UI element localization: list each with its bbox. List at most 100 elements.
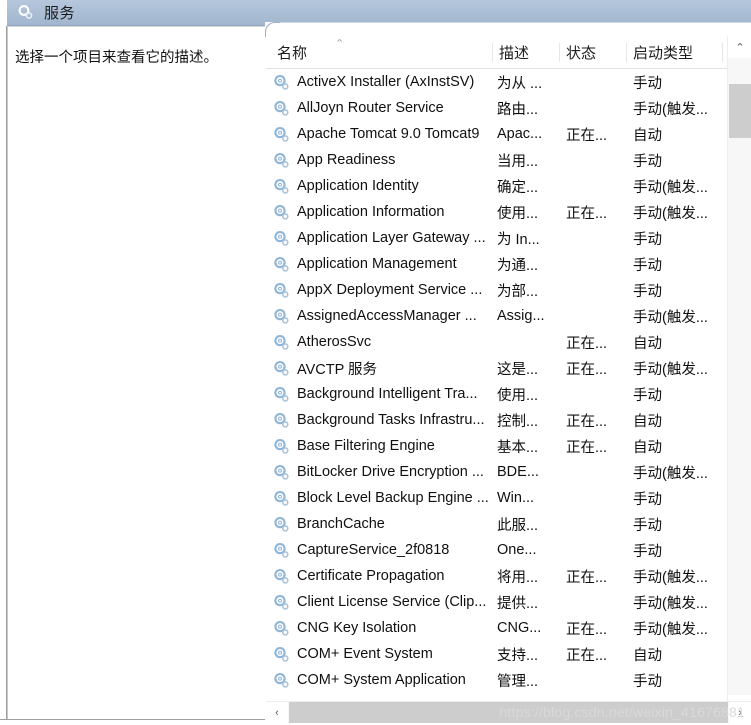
- service-name: AppX Deployment Service ...: [297, 282, 483, 298]
- column-divider[interactable]: [626, 43, 627, 62]
- service-name: Block Level Backup Engine ...: [297, 490, 489, 506]
- service-description: 为通...: [497, 257, 539, 274]
- service-status: 正在...: [566, 621, 608, 638]
- service-gear-icon: [272, 619, 291, 638]
- service-description: Apac...: [497, 126, 543, 142]
- description-placeholder-text: 选择一个项目来查看它的描述。: [15, 50, 218, 66]
- service-description: 为部...: [497, 283, 539, 300]
- table-row[interactable]: COM+ Event System 支持... 正在... 自动: [266, 641, 727, 667]
- table-row[interactable]: COM+ System Application 管理... 手动: [266, 667, 727, 693]
- column-header-name[interactable]: 名称: [277, 36, 485, 69]
- service-name: Application Identity: [297, 178, 419, 194]
- vertical-scrollbar-track[interactable]: [728, 58, 751, 695]
- service-startup-type: 手动: [633, 673, 662, 690]
- service-startup-type: 手动: [633, 283, 662, 300]
- service-description: 使用...: [497, 387, 539, 404]
- service-gear-icon: [272, 541, 291, 560]
- service-name: AtherosSvc: [297, 334, 372, 350]
- services-window: 服务 选择一个项目来查看它的描述。 名称 ⌃ 描述 状态 启动类型 Active…: [0, 0, 751, 725]
- column-divider[interactable]: [722, 43, 723, 62]
- table-row[interactable]: AssignedAccessManager ... Assig... 手动(触发..…: [266, 303, 727, 329]
- vertical-scrollbar-thumb[interactable]: [729, 84, 751, 138]
- table-row[interactable]: BranchCache 此服... 手动: [266, 511, 727, 537]
- vertical-scrollbar[interactable]: ⌃ ⌄: [727, 36, 751, 717]
- service-status: 正在...: [566, 335, 608, 352]
- service-description: 提供...: [497, 595, 539, 612]
- service-name: AllJoyn Router Service: [297, 100, 444, 116]
- service-description: 此服...: [497, 517, 539, 534]
- column-header-name-label: 名称: [277, 45, 308, 62]
- services-list-pane: 名称 ⌃ 描述 状态 启动类型 登 ActiveX Installer (AxI…: [265, 22, 751, 725]
- horizontal-scrollbar-thumb[interactable]: [289, 702, 728, 723]
- titlebar-left-edge: [0, 0, 7, 26]
- table-row[interactable]: CaptureService_2f0818 One... 手动: [266, 537, 727, 563]
- service-description: 为从 ...: [497, 75, 543, 92]
- table-row[interactable]: AppX Deployment Service ... 为部... 手动: [266, 277, 727, 303]
- table-row[interactable]: Application Management 为通... 手动: [266, 251, 727, 277]
- table-row[interactable]: Application Information 使用... 正在... 手动(触发..…: [266, 199, 727, 225]
- table-row[interactable]: Application Layer Gateway ... 为 In... 手动: [266, 225, 727, 251]
- service-status: 正在...: [566, 569, 608, 586]
- column-header-row: 名称 ⌃ 描述 状态 启动类型 登: [266, 36, 751, 69]
- service-status: 正在...: [566, 205, 608, 222]
- service-description: 控制...: [497, 413, 539, 430]
- service-startup-type: 手动(触发...: [633, 205, 708, 222]
- table-row[interactable]: Application Identity 确定... 手动(触发...: [266, 173, 727, 199]
- table-row[interactable]: Client License Service (Clip... 提供... 手动(触…: [266, 589, 727, 615]
- service-name: Apache Tomcat 9.0 Tomcat9: [297, 126, 480, 142]
- column-header-description[interactable]: 描述: [499, 36, 551, 69]
- service-name: Certificate Propagation: [297, 568, 445, 584]
- service-name: Background Intelligent Tra...: [297, 386, 478, 402]
- services-gear-icon: [16, 4, 34, 22]
- column-divider[interactable]: [492, 43, 493, 62]
- horizontal-scrollbar[interactable]: ‹ ›: [266, 701, 751, 723]
- table-row[interactable]: ActiveX Installer (AxInstSV) 为从 ... 手动: [266, 69, 727, 95]
- scroll-up-icon[interactable]: ⌃: [728, 36, 751, 58]
- table-row[interactable]: CNG Key Isolation CNG... 正在... 手动(触发...: [266, 615, 727, 641]
- table-row[interactable]: AllJoyn Router Service 路由... 手动(触发...: [266, 95, 727, 121]
- service-status: 正在...: [566, 413, 608, 430]
- service-name: AVCTP 服务: [297, 361, 378, 378]
- service-startup-type: 手动: [633, 257, 662, 274]
- table-row[interactable]: Apache Tomcat 9.0 Tomcat9 Apac... 正在... 自动: [266, 121, 727, 147]
- table-row[interactable]: Background Intelligent Tra... 使用... 手动: [266, 381, 727, 407]
- table-row[interactable]: App Readiness 当用... 手动: [266, 147, 727, 173]
- column-divider[interactable]: [559, 43, 560, 62]
- window-bottom-frame: [0, 719, 265, 725]
- service-startup-type: 手动: [633, 387, 662, 404]
- column-header-startup-type[interactable]: 启动类型: [633, 36, 721, 69]
- service-startup-type: 手动(触发...: [633, 309, 708, 326]
- table-row[interactable]: Background Tasks Infrastru... 控制... 正在... 自…: [266, 407, 727, 433]
- service-description: One...: [497, 542, 537, 558]
- service-gear-icon: [272, 385, 291, 404]
- pane-tab-corner: [265, 22, 751, 37]
- service-startup-type: 手动: [633, 153, 662, 170]
- table-row[interactable]: Block Level Backup Engine ... Win... 手动: [266, 485, 727, 511]
- service-gear-icon: [272, 151, 291, 170]
- service-description: 管理...: [497, 673, 539, 690]
- service-name: BranchCache: [297, 516, 385, 532]
- scroll-left-icon[interactable]: ‹: [266, 702, 288, 723]
- service-startup-type: 自动: [633, 439, 662, 456]
- service-name: Application Management: [297, 256, 457, 272]
- service-gear-icon: [272, 567, 291, 586]
- service-name: Application Layer Gateway ...: [297, 230, 486, 246]
- service-gear-icon: [272, 671, 291, 690]
- service-status: 正在...: [566, 647, 608, 664]
- table-row[interactable]: Base Filtering Engine 基本... 正在... 自动: [266, 433, 727, 459]
- scroll-right-icon[interactable]: ›: [729, 702, 751, 723]
- table-row[interactable]: BitLocker Drive Encryption ... BDE... 手动(触…: [266, 459, 727, 485]
- service-description: 将用...: [497, 569, 539, 586]
- service-description: CNG...: [497, 620, 542, 636]
- column-header-status[interactable]: 状态: [566, 36, 618, 69]
- table-row[interactable]: AVCTP 服务 这是... 正在... 手动(触发...: [266, 355, 727, 381]
- service-description: 当用...: [497, 153, 539, 170]
- table-row[interactable]: Certificate Propagation 将用... 正在... 手动(触发..…: [266, 563, 727, 589]
- service-description: 确定...: [497, 179, 539, 196]
- window-left-frame: [0, 26, 7, 725]
- services-list[interactable]: ActiveX Installer (AxInstSV) 为从 ... 手动 AllJ…: [266, 69, 727, 717]
- service-description: BDE...: [497, 464, 539, 480]
- service-startup-type: 手动: [633, 543, 662, 560]
- service-name: Background Tasks Infrastru...: [297, 412, 485, 428]
- table-row[interactable]: AtherosSvc 正在... 自动: [266, 329, 727, 355]
